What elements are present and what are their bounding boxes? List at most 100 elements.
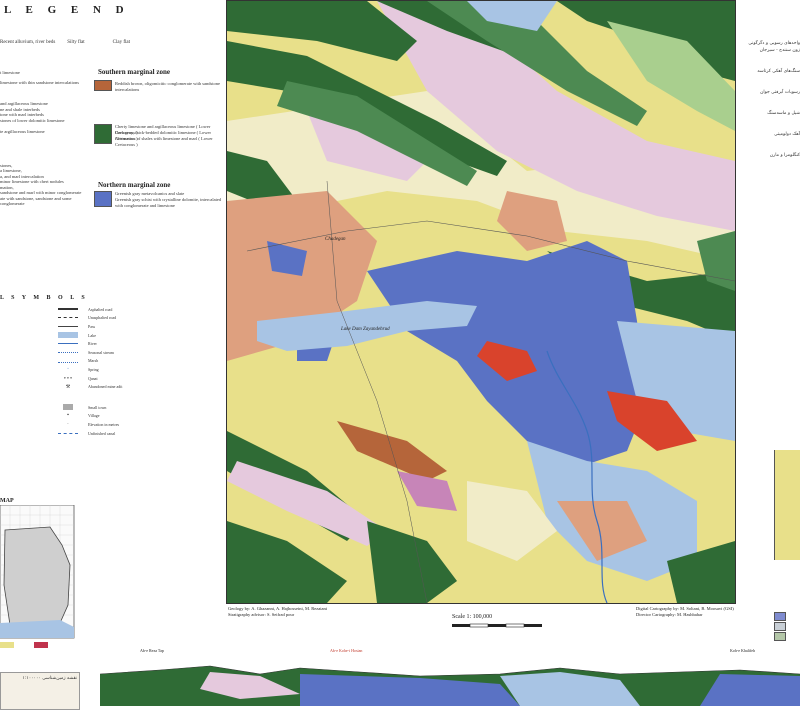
road-symbol (58, 308, 78, 311)
road-symbol (58, 317, 78, 319)
symbol-row: ◦ Spring (58, 365, 168, 374)
marsh-symbol (58, 358, 78, 364)
symbol-label: River (88, 341, 97, 347)
director-credit: Director Cartography: M. Hashbahar (636, 612, 703, 617)
index-map-region (3, 526, 71, 626)
legend-entry: te argillaceous limestone (0, 129, 45, 134)
scale-bar-segment (488, 624, 506, 627)
legend-entry: t limestone (0, 70, 20, 75)
cross-section-label: Koh-e Khalifeh (730, 648, 755, 653)
right-legend-swatch (774, 612, 786, 621)
scale-bar-segment (469, 623, 489, 628)
persian-note-box: نقشه زمین‌شناسی ۱:۱۰۰۰۰۰ (0, 672, 80, 710)
symbol-row: Pass (58, 322, 168, 331)
right-legend-swatch (774, 622, 786, 631)
symbol-row: ∘∘∘ Qanat (58, 374, 168, 383)
scale-text: Scale 1: 100,000 (452, 614, 493, 620)
lake-symbol (58, 332, 78, 339)
legend-entry: stones of lower dolomitic limestone (0, 117, 65, 123)
symbol-label: Lake (88, 332, 96, 338)
index-map-water (0, 620, 74, 638)
town-symbol (63, 404, 73, 411)
mine-icon: ⚒ (65, 384, 71, 390)
legend-item-clay-flat: Clay flat (112, 40, 130, 45)
symbols-list: Asphalted road Unasphalted road Pass Lak… (58, 305, 168, 437)
credits-right: Digital Cartography by: M. Soltani, B. M… (636, 606, 734, 618)
inset-map-fragment (774, 450, 800, 560)
symbols-title: L S Y M B O L S (0, 295, 88, 301)
credits-left: Geology by: A. Ghazanni, A. Hajhosseini,… (228, 606, 327, 618)
map-canvas (227, 1, 735, 603)
legend-swatch-conglomerate (94, 80, 112, 91)
symbol-row: ⚒ Abandoned mine adit (58, 382, 168, 391)
legend-item-alluvium: Recent alluvium, river beds (0, 40, 56, 45)
symbol-label: Village (88, 413, 100, 419)
town-label: Chadegan (325, 237, 346, 242)
persian-line: واحدهای رسوبی و دگرگونی (748, 41, 800, 46)
legend-top-row: Recent alluvium, river beds Silty flat C… (0, 30, 130, 48)
southern-entry: Alternation of shales with limestone and… (115, 136, 213, 147)
scale-bar (452, 623, 542, 628)
village-icon: ▪ (67, 413, 69, 419)
symbol-row: Unasphalted road (58, 314, 168, 323)
northern-entry: Greenish gray schist with crystalline do… (115, 197, 222, 208)
geological-map[interactable]: Lake Dam Zayandehrud Chadegan (226, 0, 736, 604)
symbol-label: Asphalted road (88, 306, 113, 312)
symbol-row: · Elevation in metres (58, 420, 168, 429)
scale-bar-segment (505, 623, 525, 628)
persian-line: رسوبات آبرفتی جوان (760, 90, 800, 95)
northern-zone-title: Northern marginal zone (98, 181, 171, 189)
stream-symbol (58, 351, 78, 353)
persian-line: زون سنندج - سیرجان (759, 48, 800, 53)
southern-zone-title: Southern marginal zone (98, 68, 170, 76)
symbol-row: ▪ Village (58, 412, 168, 421)
symbol-label: Unasphalted road (88, 315, 117, 321)
symbol-label: Unfinished canal (88, 430, 116, 436)
spring-icon: ◦ (67, 366, 69, 372)
cross-section-label: Ab-e Reza Tap (140, 648, 164, 653)
persian-line: سنگ‌های آهکی کرتاسه (757, 69, 800, 74)
persian-text-panel: واحدهای رسوبی و دگرگونی زون سنندج - سیرج… (738, 40, 800, 420)
index-legend-swatch (0, 642, 14, 648)
southern-entry: Reddish brown, oligomicitic conglomerate… (115, 81, 220, 92)
cross-section (100, 644, 800, 706)
legend-swatch-limestone (94, 124, 112, 144)
legend-entry: sandstone and marl with minor conglomera… (0, 190, 82, 195)
qanat-icon: ∘∘∘ (63, 376, 73, 382)
symbol-row: Lake (58, 331, 168, 340)
legend-entry: limestone with thin sandstone intercalat… (0, 79, 79, 85)
legend-left-column: t limestone limestone with thin sandston… (0, 70, 90, 207)
lake-label: Lake Dam Zayandehrud (341, 327, 390, 332)
cross-section-label: Ab-e Kohe-i Hosian (330, 648, 363, 653)
symbol-row: Small town (58, 403, 168, 412)
persian-line: شیل و ماسه‌سنگ (767, 111, 800, 116)
symbol-label: Marsh (88, 358, 99, 364)
scale-bar-segment (524, 624, 542, 627)
legend-entry: ate with sandstone, sandstone and some c… (0, 195, 72, 207)
pass-symbol (58, 325, 78, 327)
legend-swatch-metavolcanics (94, 191, 112, 207)
scale-bar-segment (452, 624, 470, 627)
symbol-label: Spring (88, 366, 99, 372)
symbol-label: Elevation in metres (88, 421, 120, 427)
symbol-label: Abandoned mine adit (88, 384, 123, 390)
symbol-row: Marsh (58, 357, 168, 366)
index-legend-swatch (34, 642, 48, 648)
symbol-label: Small town (88, 404, 107, 410)
index-map (0, 505, 75, 639)
right-legend-swatch (774, 632, 786, 641)
symbol-label: Seasonal stream (88, 349, 114, 355)
symbol-row: Unfinished canal (58, 429, 168, 438)
northern-entry: Greenish gray metavolcanics and slate (115, 191, 185, 196)
persian-note-text: نقشه زمین‌شناسی ۱:۱۰۰۰۰۰ (22, 676, 77, 681)
symbol-row: Seasonal stream (58, 348, 168, 357)
stratigraphy-credit: Stratigraphy advisor: S. Seifrad pour (228, 612, 295, 617)
river-symbol (58, 343, 78, 345)
canal-symbol (58, 432, 78, 434)
elevation-icon: · (67, 421, 69, 427)
symbol-label: Pass (88, 323, 96, 329)
legend-item-silty-flat: Silty flat (67, 40, 85, 45)
symbol-row: Asphalted road (58, 305, 168, 314)
index-map-title: MAP (0, 498, 14, 504)
legend-title: L E G E N D (4, 4, 130, 16)
